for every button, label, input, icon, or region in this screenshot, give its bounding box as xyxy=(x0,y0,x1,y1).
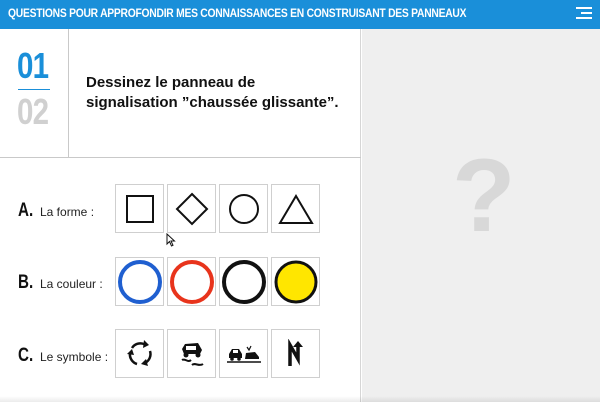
color-row-label: B. La couleur : xyxy=(18,272,103,294)
current-question-number: 01 xyxy=(17,45,49,86)
counter-divider xyxy=(18,89,50,90)
square-shape-icon xyxy=(125,194,154,223)
shape-options xyxy=(115,184,323,233)
square-shape-option[interactable] xyxy=(115,184,164,233)
roundabout-symbol-option[interactable] xyxy=(115,329,164,378)
cars-queue-symbol-icon xyxy=(226,345,261,363)
question-header: 01 02 Dessinez le panneau de signalisati… xyxy=(0,29,361,158)
question-text: Dessinez le panneau de signalisation ”ch… xyxy=(86,74,339,111)
row-name: La forme : xyxy=(40,205,95,219)
total-questions-number: 02 xyxy=(17,91,49,132)
circle-shape-option[interactable] xyxy=(219,184,268,233)
row-name: Le symbole : xyxy=(40,350,109,364)
diamond-shape-icon xyxy=(175,192,208,225)
answer-preview-panel: ? xyxy=(362,29,600,402)
symbol-options xyxy=(115,329,323,378)
roundabout-symbol-icon xyxy=(126,339,152,366)
slippery-road-symbol-option[interactable] xyxy=(167,329,216,378)
cars-queue-symbol-option[interactable] xyxy=(219,329,268,378)
row-letter: C. xyxy=(18,345,34,366)
shape-row-label: A. La forme : xyxy=(18,200,94,222)
blue-circle-icon xyxy=(117,259,162,304)
black-circle-icon xyxy=(221,259,266,304)
question-mark-placeholder: ? xyxy=(452,138,516,254)
slippery-road-symbol-icon xyxy=(180,342,204,366)
red-circle-icon xyxy=(169,259,214,304)
red-color-option[interactable] xyxy=(167,257,216,306)
row-letter: B. xyxy=(18,272,34,293)
diamond-shape-option[interactable] xyxy=(167,184,216,233)
triangle-shape-option[interactable] xyxy=(271,184,320,233)
symbol-row-label: C. Le symbole : xyxy=(18,345,108,367)
row-name: La couleur : xyxy=(40,277,103,291)
bottom-shadow xyxy=(0,396,600,402)
question-panel: 01 02 Dessinez le panneau de signalisati… xyxy=(0,29,361,402)
double-bend-symbol-icon xyxy=(287,338,303,366)
blue-color-option[interactable] xyxy=(115,257,164,306)
mouse-cursor-icon xyxy=(166,233,176,247)
yellow-circle-icon xyxy=(274,260,317,303)
top-bar: QUESTIONS POUR APPROFONDIR MES CONNAISSA… xyxy=(0,0,600,29)
color-options xyxy=(115,257,323,306)
double-bend-symbol-option[interactable] xyxy=(271,329,320,378)
page-title: QUESTIONS POUR APPROFONDIR MES CONNAISSA… xyxy=(8,6,467,20)
circle-shape-icon xyxy=(228,193,259,224)
yellow-color-option[interactable] xyxy=(271,257,320,306)
triangle-shape-icon xyxy=(277,193,314,224)
question-counter: 01 02 xyxy=(0,29,69,158)
row-letter: A. xyxy=(18,200,34,221)
hamburger-menu-icon[interactable] xyxy=(576,7,592,21)
black-color-option[interactable] xyxy=(219,257,268,306)
